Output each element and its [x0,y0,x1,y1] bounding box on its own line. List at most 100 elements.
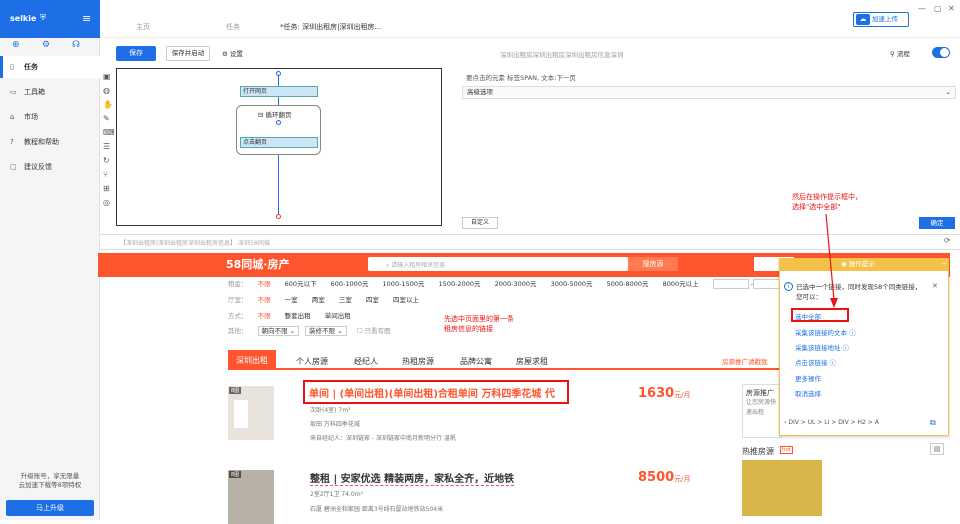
site-search-button[interactable]: 搜房源 [628,257,678,271]
filter-option[interactable]: 整套出租 [285,312,311,320]
collapse-icon[interactable]: − [941,260,947,268]
custom-button[interactable]: 自定义 [462,217,498,229]
filter-option[interactable]: 单间出租 [325,312,351,320]
pointer-arrow [825,213,838,308]
upgrade-button[interactable]: 马上升级 [6,500,94,516]
flow-toggle[interactable] [932,47,950,58]
cancel-selection-link[interactable]: 取消选择 [795,388,821,398]
upgrade-text: 升级账号，享无限量 云加速下载等8项特权 [6,472,94,490]
listing-agent[interactable]: 来自经纪人：深圳链家 - 深圳链家中南月新明分行 温帆 [310,433,456,442]
filter-option[interactable]: 8000元以上 [663,280,699,288]
orientation-select[interactable]: 朝向不限 ⌄ [257,326,300,336]
filter-option[interactable]: 不限 [258,312,271,320]
click-link-label: 点击该链接 [795,359,828,367]
sidebar-item-feedback[interactable]: ▢ 建议反馈 [0,156,100,178]
filter-option[interactable]: 不限 [258,280,271,288]
add-icon[interactable]: ⊕ [12,40,20,50]
reload-icon[interactable]: ⟳ [944,236,951,245]
shield-icon[interactable]: ⛨ [40,13,46,23]
cloud-upload-button[interactable]: ☁ 加速上传 [853,12,909,27]
node-open-page[interactable]: 打开网页 [240,86,318,97]
confirm-button[interactable]: 确定 [919,217,955,229]
listing-location[interactable]: 石厦 碧洲全和家园 距离3号线石厦站地铁站504米 [310,504,443,513]
filter-option[interactable]: 两室 [312,296,325,304]
promo-box[interactable]: 房源推广 让您房源快速出租 [742,384,782,438]
cat-tab-agent[interactable]: 经纪人 [354,356,378,367]
filter-option[interactable]: 不限 [258,296,271,304]
sidebar-item-toolbox[interactable]: ▭ 工具箱 [0,81,100,103]
chevron-left-icon[interactable]: ‹ [784,419,786,426]
close-icon[interactable]: ✕ [932,282,938,290]
mouse-icon[interactable]: ◍ [103,86,110,95]
more-actions-link[interactable]: 更多操作 [795,373,821,383]
rent-min-input[interactable] [712,279,749,289]
tab-home[interactable]: 主页 [136,22,150,32]
sidebar-item-help[interactable]: ? 教程和帮助 [0,131,100,153]
node-click-page[interactable]: 点击翻页 [240,137,318,148]
tab-bar: 主页 任务 *任务: 深圳出租房|深圳出租房... — ▢ ✕ [100,0,960,38]
minimize-icon[interactable]: — [918,4,926,13]
listing-title[interactable]: 整租 | 安家优选 精装两房，家私全齐，近地铁 [310,470,515,486]
decoration-select[interactable]: 装修不限 ⌄ [305,326,347,336]
branch-icon[interactable]: ⑂ [103,170,108,179]
message-icon[interactable]: ▤ [930,443,944,455]
tip-line-2: 租房信息的链接 [444,325,493,333]
headset-icon[interactable]: ☊ [72,40,80,50]
filter-label: 方式： [228,312,248,320]
node-icon[interactable]: ⊞ [103,184,110,193]
gear-icon[interactable]: ⚙ [42,40,50,50]
listing-price: 1630元/月 [638,386,691,401]
filter-option[interactable]: 5000-8000元 [607,280,649,288]
listing-thumbnail[interactable]: 8图 [228,470,274,524]
cat-tab-hot[interactable]: 热租房源 [402,356,434,367]
save-and-run-button[interactable]: 保存并启动 [166,46,210,61]
listing-price-value: 8500 [638,470,675,485]
keyboard-icon[interactable]: ⌨ [103,128,115,137]
list-icon[interactable]: ☰ [103,142,110,151]
arrow-shaft [825,213,835,301]
edit-icon[interactable]: ✎ [103,114,110,123]
tab-tasks[interactable]: 任务 [226,22,240,32]
listing-location[interactable]: 坂田 万科四季花城 [310,419,360,428]
filter-option[interactable]: 1500-2000元 [439,280,481,288]
cat-tab-apartment[interactable]: 品牌公寓 [460,356,492,367]
filter-option[interactable]: 1000-1500元 [383,280,425,288]
cat-tab-rent[interactable]: 深圳出租 [228,350,276,370]
sidebar-item-tasks[interactable]: ▯ 任务 [0,56,100,78]
save-button[interactable]: 保存 [116,46,156,61]
site-logo[interactable]: 58同城·房产 [226,256,290,272]
tab-current-task[interactable]: *任务: 深圳出租房|深圳出租房... [280,22,381,32]
close-icon[interactable]: ✕ [948,4,955,13]
sidebar-item-market[interactable]: ⌂ 市场 [0,106,100,128]
collect-url-label: 采集该链接地址 [795,344,841,352]
filter-option[interactable]: 600-1000元 [331,280,369,288]
element-path[interactable]: ‹ DIV > UL > LI > DIV > H2 > A [784,419,879,426]
screen-icon[interactable]: ▣ [103,72,111,81]
filter-option[interactable]: 一室 [285,296,298,304]
filter-option[interactable]: 2000-3000元 [495,280,537,288]
filter-option[interactable]: 四室 [366,296,379,304]
promote-link[interactable]: 房源推广请戳我 [722,356,768,366]
target-icon[interactable]: ◎ [103,198,110,207]
has-image-checkbox[interactable]: ☐ 只看有图 [357,327,391,335]
menu-icon[interactable]: ≡ [82,12,91,25]
hand-icon[interactable]: ✋ [103,100,113,109]
collect-url-link[interactable]: 采集该链接地址 ⓘ [795,342,849,352]
advanced-options[interactable]: 高级选项 ⌄ [462,86,956,99]
filter-option[interactable]: 四室以上 [393,296,419,304]
photo-count-tag: 8图 [229,387,242,394]
listing-thumbnail[interactable]: 8图 [228,386,274,440]
url-text[interactable]: 【深圳出租房|深圳出租房深圳出租房信息】-深圳58同城 [120,238,270,247]
external-link-icon[interactable]: ⧉ [930,418,936,428]
filter-option[interactable]: 600元以下 [285,280,317,288]
hot-listing-image[interactable] [742,460,822,516]
settings-button[interactable]: ⚙ 设置 [222,48,243,58]
cat-tab-wanted[interactable]: 房屋求租 [516,356,548,367]
loop-icon[interactable]: ↻ [103,156,110,165]
filter-option[interactable]: 3000-5000元 [551,280,593,288]
collect-text-link[interactable]: 采集该链接的文本 ⓘ [795,327,856,337]
maximize-icon[interactable]: ▢ [934,4,942,13]
filter-option[interactable]: 三室 [339,296,352,304]
click-link-option[interactable]: 点击该链接 ⓘ [795,357,836,367]
cat-tab-personal[interactable]: 个人房源 [296,356,328,367]
